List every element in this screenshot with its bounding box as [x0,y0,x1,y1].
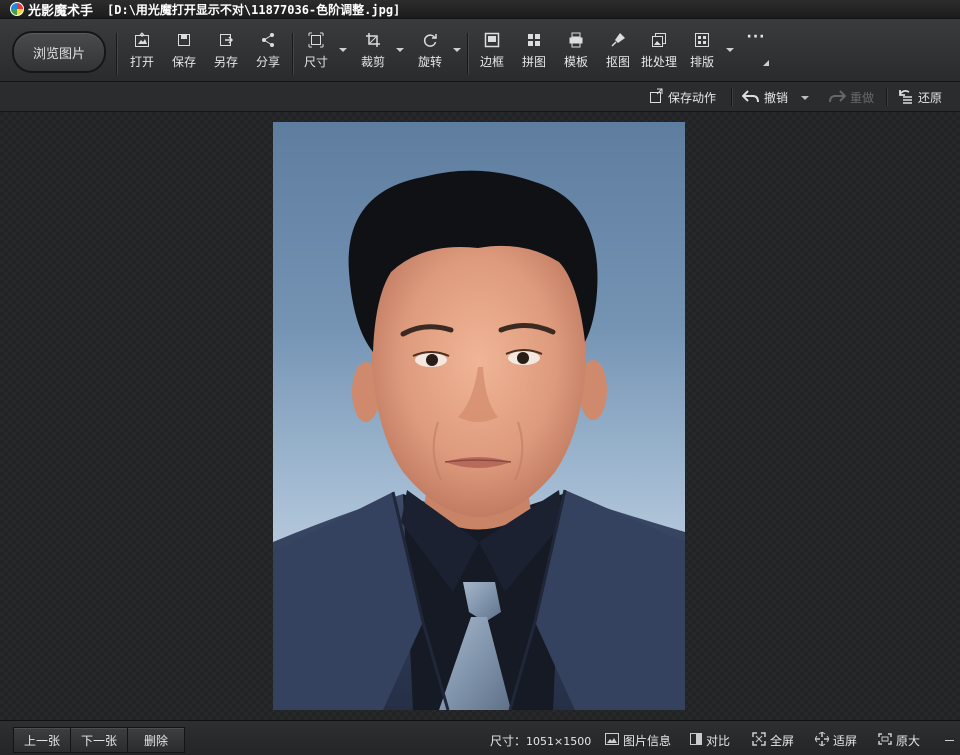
app-name: 光影魔术手 [28,3,94,19]
original-size-button[interactable]: 原大 [878,732,920,749]
status-bar: 上一张 下一张 删除 尺寸：1051×1500 图片信息 对比 全屏 适屏 原大 [0,720,960,755]
share-button[interactable]: 分享 [252,31,284,73]
fit-screen-icon [814,731,830,749]
toolbar-divider [467,33,468,75]
resize-label: 尺寸 [303,55,328,69]
border-button[interactable]: 边框 [476,31,508,73]
rotate-dropdown-icon[interactable] [453,48,461,52]
compare-icon [690,733,702,748]
cutout-button[interactable]: 抠图 [602,31,634,73]
title-bar: 光影魔术手 [D:\用光魔打开显示不对\11877036-色阶调整.jpg] [0,0,960,19]
collage-button[interactable]: 拼图 [518,31,550,73]
cutout-icon [609,31,627,49]
app-logo-icon [10,2,24,16]
crop-dropdown-icon[interactable] [396,48,404,52]
crop-button[interactable]: 裁剪 [357,31,389,73]
original-size-label: 原大 [896,734,921,748]
compare-label: 对比 [706,734,731,748]
save-action-label: 保存动作 [668,91,717,105]
batch-button[interactable]: 批处理 [638,31,680,73]
action-bar: 保存动作 撤销 重做 还原 [0,82,960,112]
collage-icon [525,31,543,49]
open-button[interactable]: 打开 [126,31,158,73]
rotate-icon [421,31,439,49]
fit-screen-label: 适屏 [833,734,858,748]
browse-images-button[interactable]: 浏览图片 [12,31,106,73]
crop-icon [364,31,382,49]
share-icon [259,31,277,49]
open-icon [133,31,151,49]
zoom-out-icon[interactable] [945,740,954,741]
compare-button[interactable]: 对比 [690,732,730,749]
open-label: 打开 [129,55,154,69]
resize-icon [307,31,325,49]
actionbar-divider [731,88,732,106]
delete-button[interactable]: 删除 [127,727,185,753]
restore-label: 还原 [918,91,943,105]
expand-corner-icon[interactable] [763,60,769,66]
undo-icon [741,88,760,107]
redo-button[interactable]: 重做 [828,88,874,107]
restore-button[interactable]: 还原 [896,88,942,107]
undo-label: 撤销 [764,91,789,105]
layout-icon [693,31,711,49]
image-info-button[interactable]: 图片信息 [605,732,671,749]
save-as-button[interactable]: 另存 [210,31,242,73]
layout-label: 排版 [689,55,714,69]
layout-dropdown-icon[interactable] [726,48,734,52]
main-toolbar: 浏览图片 打开 保存 另存 分享 尺寸 裁剪 旋转 边框 拼图 模板 抠图 批处… [0,19,960,82]
collage-label: 拼图 [521,55,546,69]
save-as-icon [217,31,235,49]
save-icon [175,31,193,49]
share-label: 分享 [255,55,280,69]
layout-button[interactable]: 排版 [686,31,718,73]
cutout-label: 抠图 [605,55,630,69]
toolbar-divider [292,33,293,75]
undo-button[interactable]: 撤销 [741,88,789,107]
image-info-label: 图片信息 [623,734,672,748]
border-label: 边框 [479,55,504,69]
fullscreen-button[interactable]: 全屏 [752,732,794,749]
image-size-value: 1051×1500 [526,735,592,748]
border-icon [483,31,501,49]
next-image-button[interactable]: 下一张 [70,727,128,753]
rotate-button[interactable]: 旋转 [414,31,446,73]
save-label: 保存 [171,55,196,69]
save-action-icon [648,88,664,107]
image-size-label: 尺寸： [490,734,527,748]
fit-screen-button[interactable]: 适屏 [814,731,858,749]
batch-label: 批处理 [640,55,677,69]
image-canvas[interactable] [0,112,960,720]
template-icon [567,31,585,49]
restore-icon [896,88,914,107]
fullscreen-label: 全屏 [770,734,795,748]
image-size: 尺寸：1051×1500 [490,732,591,749]
rotate-label: 旋转 [417,55,442,69]
resize-button[interactable]: 尺寸 [300,31,332,73]
undo-dropdown-icon[interactable] [801,96,809,100]
fullscreen-icon [752,732,766,749]
portrait-photo[interactable] [273,122,685,710]
file-path: [D:\用光魔打开显示不对\11877036-色阶调整.jpg] [107,2,401,17]
save-action-button[interactable]: 保存动作 [648,88,716,107]
portrait-illustration [273,170,685,710]
save-button[interactable]: 保存 [168,31,200,73]
original-size-icon [878,733,892,748]
template-label: 模板 [563,55,588,69]
redo-icon [828,88,847,107]
actionbar-divider [886,88,887,106]
image-info-icon [605,733,619,748]
redo-label: 重做 [850,91,875,105]
resize-dropdown-icon[interactable] [339,48,347,52]
prev-image-button[interactable]: 上一张 [13,727,71,753]
toolbar-divider [116,33,117,75]
crop-label: 裁剪 [360,55,385,69]
template-button[interactable]: 模板 [560,31,592,73]
save-as-label: 另存 [213,55,238,69]
batch-icon [650,31,668,49]
